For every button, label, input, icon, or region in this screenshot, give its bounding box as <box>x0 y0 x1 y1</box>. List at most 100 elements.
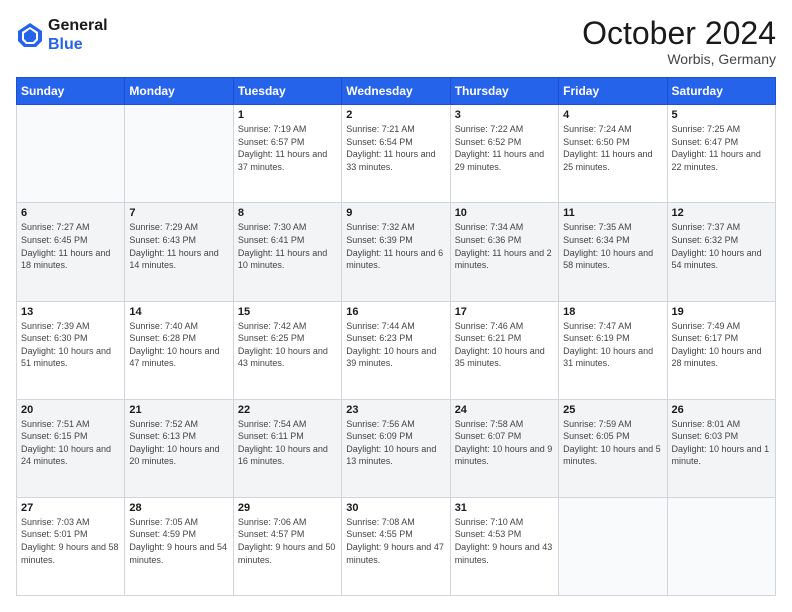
day-header-friday: Friday <box>559 78 667 105</box>
calendar-week-row: 13 Sunrise: 7:39 AM Sunset: 6:30 PM Dayli… <box>17 301 776 399</box>
calendar-cell: 11Sunrise: 7:35 AM Sunset: 6:34 PM Dayli… <box>559 203 667 301</box>
cell-info: Sunrise: 7:29 AM Sunset: 6:43 PM Dayligh… <box>129 221 228 271</box>
calendar-cell: 29 Sunrise: 7:06 AM Sunset: 4:57 PM Dayli… <box>233 497 341 595</box>
calendar-cell: 4 Sunrise: 7:24 AM Sunset: 6:50 PM Daylig… <box>559 105 667 203</box>
day-number: 20 <box>21 404 120 416</box>
day-number: 29 <box>238 502 337 514</box>
calendar-cell: 31 Sunrise: 7:10 AM Sunset: 4:53 PM Dayli… <box>450 497 558 595</box>
calendar-cell: 28Sunrise: 7:05 AM Sunset: 4:59 PM Dayli… <box>125 497 233 595</box>
day-number: 25 <box>563 404 662 416</box>
day-header-saturday: Saturday <box>667 78 775 105</box>
calendar-cell: 1Sunrise: 7:19 AM Sunset: 6:57 PM Daylig… <box>233 105 341 203</box>
cell-info: Sunrise: 7:05 AM Sunset: 4:59 PM Dayligh… <box>129 516 228 566</box>
day-number: 11 <box>563 207 662 219</box>
calendar-cell: 12Sunrise: 7:37 AM Sunset: 6:32 PM Dayli… <box>667 203 775 301</box>
cell-info: Sunrise: 7:40 AM Sunset: 6:28 PM Dayligh… <box>129 320 228 370</box>
calendar-cell: 22Sunrise: 7:54 AM Sunset: 6:11 PM Dayli… <box>233 399 341 497</box>
calendar-cell: 24 Sunrise: 7:58 AM Sunset: 6:07 PM Dayli… <box>450 399 558 497</box>
day-number: 13 <box>21 306 120 318</box>
calendar-week-row: 6Sunrise: 7:27 AM Sunset: 6:45 PM Daylig… <box>17 203 776 301</box>
day-number: 2 <box>346 109 445 121</box>
day-number: 16 <box>346 306 445 318</box>
logo: General Blue <box>16 16 108 54</box>
logo-icon <box>16 21 44 49</box>
calendar-cell <box>667 497 775 595</box>
day-number: 5 <box>672 109 771 121</box>
cell-info: Sunrise: 7:49 AM Sunset: 6:17 PM Dayligh… <box>672 320 771 370</box>
day-number: 9 <box>346 207 445 219</box>
cell-info: Sunrise: 7:21 AM Sunset: 6:54 PM Dayligh… <box>346 123 445 173</box>
cell-info: Sunrise: 7:24 AM Sunset: 6:50 PM Dayligh… <box>563 123 662 173</box>
cell-info: Sunrise: 7:32 AM Sunset: 6:39 PM Dayligh… <box>346 221 445 271</box>
calendar-cell <box>17 105 125 203</box>
day-number: 31 <box>455 502 554 514</box>
calendar-cell: 18Sunrise: 7:47 AM Sunset: 6:19 PM Dayli… <box>559 301 667 399</box>
day-number: 30 <box>346 502 445 514</box>
cell-info: Sunrise: 7:58 AM Sunset: 6:07 PM Dayligh… <box>455 418 554 468</box>
location: Worbis, Germany <box>582 51 776 67</box>
month-title: October 2024 <box>582 16 776 51</box>
calendar-cell: 25 Sunrise: 7:59 AM Sunset: 6:05 PM Dayli… <box>559 399 667 497</box>
calendar-cell: 23 Sunrise: 7:56 AM Sunset: 6:09 PM Dayli… <box>342 399 450 497</box>
calendar-cell: 20Sunrise: 7:51 AM Sunset: 6:15 PM Dayli… <box>17 399 125 497</box>
day-number: 26 <box>672 404 771 416</box>
day-number: 24 <box>455 404 554 416</box>
cell-info: Sunrise: 7:06 AM Sunset: 4:57 PM Dayligh… <box>238 516 337 566</box>
logo-text: General Blue <box>48 16 108 54</box>
calendar-cell: 30Sunrise: 7:08 AM Sunset: 4:55 PM Dayli… <box>342 497 450 595</box>
calendar-cell: 5 Sunrise: 7:25 AM Sunset: 6:47 PM Daylig… <box>667 105 775 203</box>
page: General Blue October 2024 Worbis, German… <box>0 0 792 612</box>
calendar-cell: 19 Sunrise: 7:49 AM Sunset: 6:17 PM Dayli… <box>667 301 775 399</box>
calendar-cell: 10Sunrise: 7:34 AM Sunset: 6:36 PM Dayli… <box>450 203 558 301</box>
cell-info: Sunrise: 7:03 AM Sunset: 5:01 PM Dayligh… <box>21 516 120 566</box>
cell-info: Sunrise: 7:56 AM Sunset: 6:09 PM Dayligh… <box>346 418 445 468</box>
day-header-tuesday: Tuesday <box>233 78 341 105</box>
day-number: 14 <box>129 306 228 318</box>
cell-info: Sunrise: 7:39 AM Sunset: 6:30 PM Dayligh… <box>21 320 120 370</box>
cell-info: Sunrise: 7:47 AM Sunset: 6:19 PM Dayligh… <box>563 320 662 370</box>
calendar-cell: 15 Sunrise: 7:42 AM Sunset: 6:25 PM Dayli… <box>233 301 341 399</box>
calendar-cell: 2 Sunrise: 7:21 AM Sunset: 6:54 PM Daylig… <box>342 105 450 203</box>
header: General Blue October 2024 Worbis, German… <box>16 16 776 67</box>
day-number: 6 <box>21 207 120 219</box>
day-header-monday: Monday <box>125 78 233 105</box>
day-number: 8 <box>238 207 337 219</box>
day-number: 27 <box>21 502 120 514</box>
calendar-cell <box>125 105 233 203</box>
cell-info: Sunrise: 7:54 AM Sunset: 6:11 PM Dayligh… <box>238 418 337 468</box>
day-header-wednesday: Wednesday <box>342 78 450 105</box>
cell-info: Sunrise: 7:10 AM Sunset: 4:53 PM Dayligh… <box>455 516 554 566</box>
calendar-cell: 21 Sunrise: 7:52 AM Sunset: 6:13 PM Dayli… <box>125 399 233 497</box>
cell-info: Sunrise: 7:37 AM Sunset: 6:32 PM Dayligh… <box>672 221 771 271</box>
calendar-cell: 3Sunrise: 7:22 AM Sunset: 6:52 PM Daylig… <box>450 105 558 203</box>
calendar-cell: 7 Sunrise: 7:29 AM Sunset: 6:43 PM Daylig… <box>125 203 233 301</box>
day-number: 7 <box>129 207 228 219</box>
cell-info: Sunrise: 7:52 AM Sunset: 6:13 PM Dayligh… <box>129 418 228 468</box>
cell-info: Sunrise: 7:46 AM Sunset: 6:21 PM Dayligh… <box>455 320 554 370</box>
calendar-week-row: 1Sunrise: 7:19 AM Sunset: 6:57 PM Daylig… <box>17 105 776 203</box>
calendar-cell <box>559 497 667 595</box>
cell-info: Sunrise: 7:34 AM Sunset: 6:36 PM Dayligh… <box>455 221 554 271</box>
calendar-cell: 6Sunrise: 7:27 AM Sunset: 6:45 PM Daylig… <box>17 203 125 301</box>
day-number: 4 <box>563 109 662 121</box>
calendar-week-row: 20Sunrise: 7:51 AM Sunset: 6:15 PM Dayli… <box>17 399 776 497</box>
calendar-cell: 16 Sunrise: 7:44 AM Sunset: 6:23 PM Dayli… <box>342 301 450 399</box>
title-block: October 2024 Worbis, Germany <box>582 16 776 67</box>
cell-info: Sunrise: 7:25 AM Sunset: 6:47 PM Dayligh… <box>672 123 771 173</box>
day-number: 1 <box>238 109 337 121</box>
day-number: 23 <box>346 404 445 416</box>
cell-info: Sunrise: 7:30 AM Sunset: 6:41 PM Dayligh… <box>238 221 337 271</box>
day-number: 15 <box>238 306 337 318</box>
calendar-header-row: SundayMondayTuesdayWednesdayThursdayFrid… <box>17 78 776 105</box>
day-number: 21 <box>129 404 228 416</box>
day-number: 17 <box>455 306 554 318</box>
calendar-cell: 27 Sunrise: 7:03 AM Sunset: 5:01 PM Dayli… <box>17 497 125 595</box>
cell-info: Sunrise: 7:42 AM Sunset: 6:25 PM Dayligh… <box>238 320 337 370</box>
cell-info: Sunrise: 8:01 AM Sunset: 6:03 PM Dayligh… <box>672 418 771 468</box>
calendar-cell: 26 Sunrise: 8:01 AM Sunset: 6:03 PM Dayli… <box>667 399 775 497</box>
cell-info: Sunrise: 7:59 AM Sunset: 6:05 PM Dayligh… <box>563 418 662 468</box>
day-header-thursday: Thursday <box>450 78 558 105</box>
calendar-cell: 9 Sunrise: 7:32 AM Sunset: 6:39 PM Daylig… <box>342 203 450 301</box>
day-number: 19 <box>672 306 771 318</box>
cell-info: Sunrise: 7:44 AM Sunset: 6:23 PM Dayligh… <box>346 320 445 370</box>
